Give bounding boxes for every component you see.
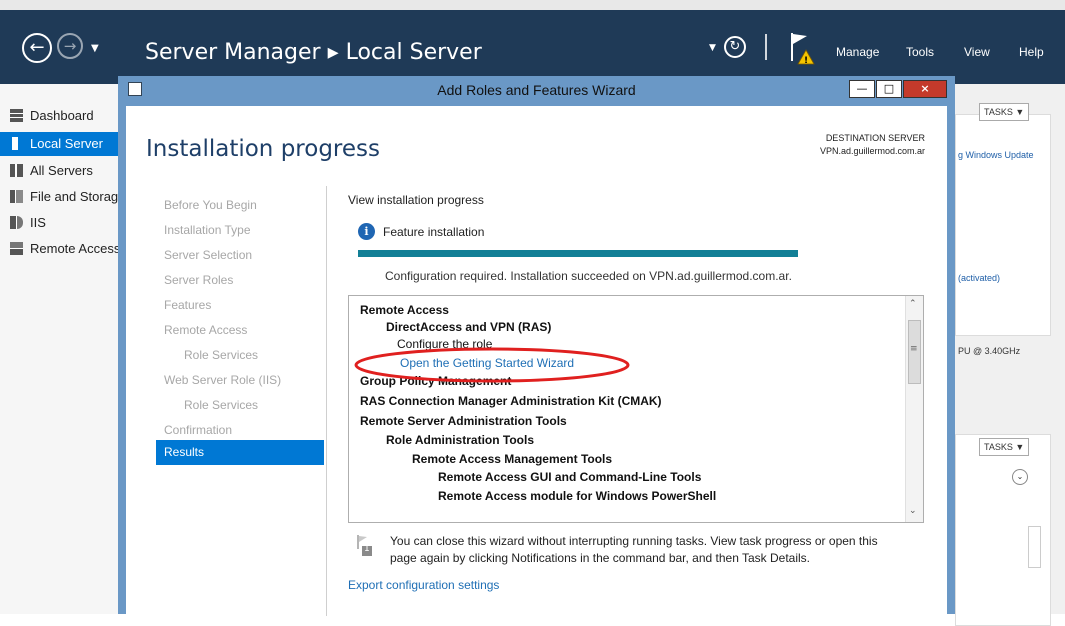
add-roles-wizard-window: Add Roles and Features Wizard — □ × Inst… [118, 76, 955, 616]
list-item: Remote Access [360, 303, 449, 317]
list-item: Remote Access GUI and Command-Line Tools [438, 470, 702, 484]
list-item: RAS Connection Manager Administration Ki… [360, 394, 662, 408]
sidebar-item-label: IIS [30, 215, 46, 230]
sidebar-item-remote-access[interactable]: Remote Access [0, 237, 118, 261]
local-server-properties-panel: TASKS ▼ g Windows Update (activated) PU … [955, 84, 1065, 626]
header-divider [765, 34, 767, 60]
expand-chevron-icon[interactable]: ⌄ [1012, 469, 1028, 485]
sidebar-item-all-servers[interactable]: All Servers [0, 159, 118, 183]
server-manager-sidebar: Dashboard Local Server All Servers File … [0, 84, 118, 614]
menu-manage[interactable]: Manage [836, 45, 879, 59]
info-icon: i [358, 223, 375, 240]
list-item: Remote Access module for Windows PowerSh… [438, 489, 717, 503]
installation-progress-bar [358, 250, 798, 257]
server-manager-header: ← → ▼ Server Manager ▸ Local Server ▼ ↻ … [0, 10, 1065, 84]
step-features: Features [164, 298, 212, 312]
progress-fill [358, 250, 798, 257]
tasks-button[interactable]: TASKS ▼ [979, 103, 1030, 121]
step-installation-type: Installation Type [164, 223, 251, 237]
step-before-you-begin: Before You Begin [164, 198, 257, 212]
windows-update-link[interactable]: g Windows Update [958, 150, 1034, 160]
divider [326, 186, 327, 616]
processor-value: PU @ 3.40GHz [958, 346, 1021, 356]
notice-line-1: You can close this wizard without interr… [390, 534, 878, 548]
step-web-server-role: Web Server Role (IIS) [164, 373, 282, 387]
scrollbar[interactable] [1028, 526, 1041, 568]
results-list[interactable]: Remote Access DirectAccess and VPN (RAS)… [348, 295, 924, 523]
sidebar-item-dashboard[interactable]: Dashboard [0, 104, 118, 128]
sidebar-item-iis[interactable]: IIS [0, 211, 118, 235]
back-arrow-icon[interactable]: ← [22, 33, 52, 63]
destination-server-label: DESTINATION SERVER [825, 133, 925, 143]
remote-access-icon [10, 242, 23, 255]
chevron-down-icon[interactable]: ▼ [709, 43, 716, 53]
wizard-body: Installation progress DESTINATION SERVER… [126, 106, 947, 616]
step-results[interactable]: Results [156, 440, 324, 465]
list-item: Remote Server Administration Tools [360, 414, 567, 428]
page-title: Installation progress [146, 136, 380, 162]
list-scrollbar[interactable]: ⌃ ≡ ⌄ [905, 296, 923, 522]
notification-badge: 1 [364, 544, 370, 554]
red-annotation-ellipse [354, 347, 630, 383]
sidebar-item-label: Local Server [30, 136, 103, 151]
breadcrumb: Server Manager ▸ Local Server [145, 40, 482, 65]
sidebar-item-label: File and Storage Services [30, 189, 118, 204]
dashboard-icon [10, 109, 23, 122]
step-server-selection: Server Selection [164, 248, 253, 262]
menu-tools[interactable]: Tools [906, 45, 934, 59]
minimize-button[interactable]: — [849, 80, 875, 98]
tasks-label: TASKS [984, 107, 1013, 117]
scroll-up-icon[interactable]: ⌃ [909, 299, 917, 309]
notice-line-2: page again by clicking Notifications in … [390, 551, 811, 565]
grip-icon: ≡ [910, 344, 918, 354]
feature-installation-label: Feature installation [383, 225, 485, 239]
export-configuration-link[interactable]: Export configuration settings [348, 578, 499, 592]
destination-server-name: VPN.ad.guillermod.com.ar [819, 146, 925, 156]
step-role-services: Role Services [184, 348, 259, 362]
svg-text:!: ! [804, 56, 808, 66]
wizard-title: Add Roles and Features Wizard [437, 82, 636, 98]
wizard-titlebar[interactable]: Add Roles and Features Wizard — □ × [118, 76, 955, 104]
close-button[interactable]: × [903, 80, 947, 98]
file-storage-icon [10, 190, 23, 203]
step-remote-access: Remote Access [164, 323, 248, 337]
forward-arrow-icon[interactable]: → [57, 33, 83, 59]
notification-flag-icon: 1 [354, 533, 374, 557]
step-confirmation: Confirmation [164, 423, 233, 437]
list-item: DirectAccess and VPN (RAS) [386, 320, 552, 334]
menu-view[interactable]: View [964, 45, 990, 59]
sidebar-item-label: Remote Access [30, 241, 118, 256]
view-progress-label: View installation progress [348, 193, 484, 207]
step-results-label: Results [164, 445, 205, 459]
iis-icon [10, 216, 23, 229]
server-icon [12, 137, 18, 150]
scroll-down-icon[interactable]: ⌄ [909, 506, 917, 516]
notifications-flag-icon[interactable]: ! [789, 30, 817, 66]
sidebar-item-label: All Servers [30, 163, 93, 178]
history-dropdown-icon[interactable]: ▼ [91, 43, 99, 54]
list-item: Role Administration Tools [386, 433, 535, 447]
status-message: Configuration required. Installation suc… [385, 269, 792, 283]
servers-icon [10, 164, 23, 177]
sidebar-item-label: Dashboard [30, 108, 94, 123]
step-role-services-iis: Role Services [184, 398, 259, 412]
properties-tile [955, 114, 1051, 336]
sidebar-item-local-server[interactable]: Local Server [0, 132, 118, 156]
list-item: Remote Access Management Tools [412, 452, 613, 466]
sidebar-item-file-storage[interactable]: File and Storage Services [0, 185, 118, 209]
activation-link[interactable]: (activated) [958, 273, 1000, 283]
maximize-button[interactable]: □ [876, 80, 902, 98]
tasks-label: TASKS [984, 442, 1013, 452]
step-server-roles: Server Roles [164, 273, 234, 287]
refresh-icon[interactable]: ↻ [724, 36, 746, 58]
tasks-button[interactable]: TASKS ▼ [979, 438, 1030, 456]
menu-help[interactable]: Help [1019, 45, 1044, 59]
